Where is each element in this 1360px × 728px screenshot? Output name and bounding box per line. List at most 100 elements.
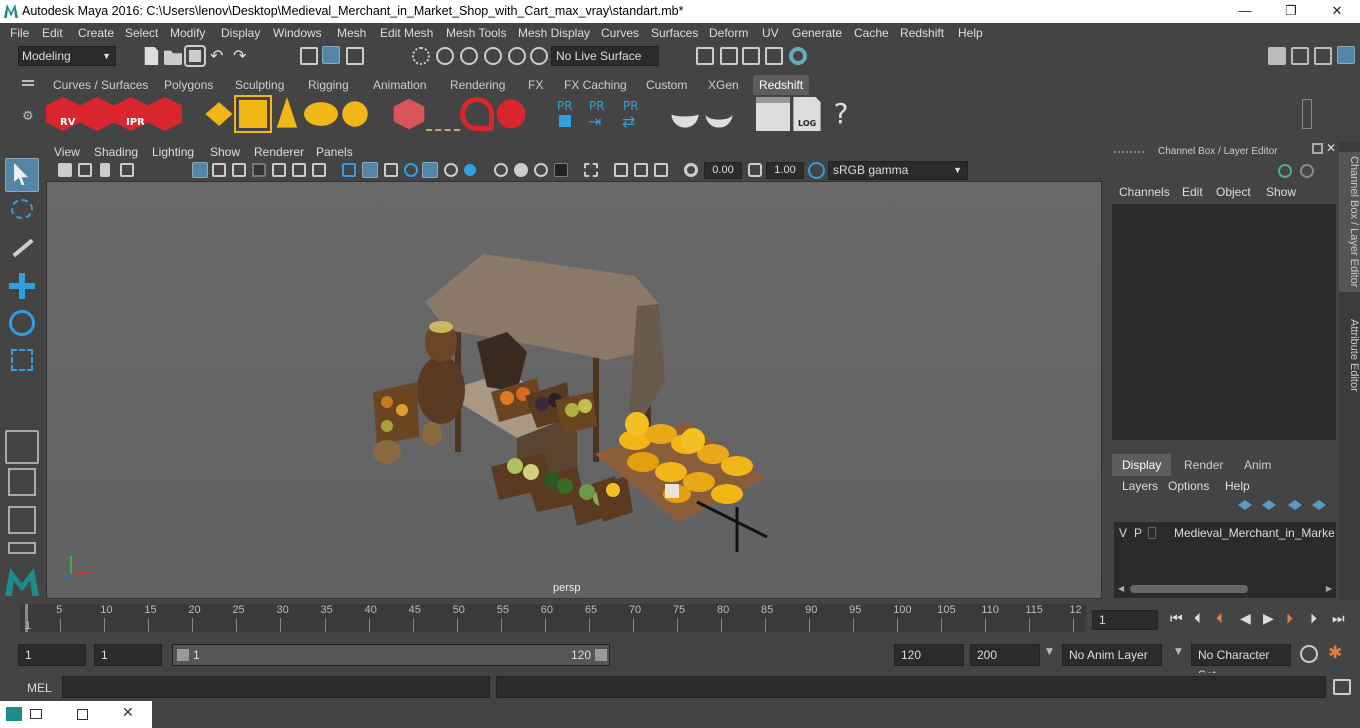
redo-icon[interactable]: ↷	[233, 46, 246, 65]
grid-toggle-icon[interactable]	[192, 162, 208, 178]
layer-color-swatch[interactable]	[1148, 527, 1156, 539]
mode-dropdown[interactable]: Modeling ▼	[18, 46, 116, 66]
isolate-select-icon[interactable]	[584, 163, 598, 177]
playback-start-field[interactable]: 1	[94, 644, 162, 666]
safe-action-icon[interactable]	[292, 163, 306, 177]
image-plane-icon[interactable]	[120, 163, 134, 177]
rs-render-clapper-icon[interactable]	[80, 97, 114, 131]
menu-display[interactable]: Display	[221, 26, 260, 40]
layer-tab-display[interactable]: Display	[1112, 454, 1172, 476]
side-tab-attribute-editor[interactable]: Attribute Editor	[1339, 312, 1360, 398]
menu-help[interactable]: Help	[958, 26, 983, 40]
exposure-icon[interactable]	[684, 163, 698, 177]
vp-menu-lighting[interactable]: Lighting	[152, 145, 194, 159]
bookmark-icon[interactable]	[100, 163, 110, 177]
new-layer-icon[interactable]	[1288, 500, 1302, 510]
rotate-tool-icon[interactable]	[5, 306, 39, 340]
four-pane-layout-icon[interactable]	[8, 468, 36, 496]
anim-layer-dropdown[interactable]: No Anim Layer	[1062, 644, 1162, 666]
snap-grid-icon[interactable]	[412, 47, 430, 65]
shelf-menu-icon[interactable]	[22, 80, 34, 82]
channel-box-toggle-icon[interactable]	[1337, 46, 1355, 64]
motion-blur-icon[interactable]	[614, 163, 628, 177]
tab-curves-surfaces[interactable]: Curves / Surfaces	[47, 75, 154, 95]
layer-name[interactable]: Medieval_Merchant_in_Market_	[1174, 524, 1334, 542]
shelf-settings-icon[interactable]: ⚙	[22, 109, 34, 124]
timeline[interactable]: 5 10 15 20 25 30 35 40 45 50 55 60 65 70 75 80 85 90 95 100…	[20, 604, 1086, 632]
close-panel-icon[interactable]: ✕	[1326, 141, 1336, 155]
menu-select[interactable]: Select	[125, 26, 158, 40]
rs-sphere-icon[interactable]	[496, 99, 526, 129]
scroll-right-icon[interactable]: ▶	[1326, 584, 1332, 593]
single-pane-layout-icon[interactable]	[5, 430, 39, 464]
live-surface-field[interactable]: No Live Surface	[551, 46, 659, 66]
smooth-shade-icon[interactable]	[362, 162, 378, 178]
layer-scrollbar[interactable]: ◀ ▶	[1118, 584, 1332, 594]
rs-ipr-icon[interactable]: IPR	[114, 97, 148, 131]
xray-joints-icon[interactable]	[514, 163, 528, 177]
select-object-icon[interactable]	[322, 46, 340, 64]
paint-select-tool-icon[interactable]	[5, 232, 39, 266]
side-tab-channel-box[interactable]: Channel Box / Layer Editor	[1339, 152, 1360, 292]
scale-tool-icon[interactable]	[5, 343, 39, 377]
next-key-icon[interactable]: ⏵	[1286, 611, 1293, 627]
cb-menu-channels[interactable]: Channels	[1119, 185, 1170, 199]
resolution-gate-icon[interactable]	[232, 163, 246, 177]
perspective-viewport[interactable]: persp	[46, 181, 1102, 599]
camera-icon[interactable]	[58, 163, 72, 177]
ao-icon[interactable]	[554, 163, 568, 177]
camera-attr-icon[interactable]	[78, 163, 92, 177]
rs-pr-swap-icon[interactable]: PR ⇄	[614, 97, 648, 131]
help-icon[interactable]: ?	[824, 97, 858, 131]
open-scene-icon[interactable]	[164, 50, 182, 65]
cb-menu-edit[interactable]: Edit	[1182, 185, 1203, 199]
layout-toggle-icon[interactable]	[1291, 47, 1309, 65]
shadows-icon[interactable]	[464, 164, 476, 176]
undo-icon[interactable]: ↶	[210, 46, 223, 65]
float-panel-icon[interactable]	[1312, 143, 1323, 154]
side-by-side-layout-icon[interactable]	[8, 506, 36, 534]
move-layer-down-icon[interactable]	[1262, 500, 1276, 510]
range-handle-left[interactable]	[177, 649, 189, 661]
menu-generate[interactable]: Generate	[792, 26, 842, 40]
menu-modify[interactable]: Modify	[170, 26, 205, 40]
lights-icon[interactable]	[444, 163, 458, 177]
close-button[interactable]: ✕	[1314, 0, 1360, 23]
vp-menu-show[interactable]: Show	[210, 145, 240, 159]
rs-pr-object-icon[interactable]: PR	[548, 97, 582, 131]
rs-dome-light-icon[interactable]	[304, 102, 338, 126]
cb-pivot-icon[interactable]	[1300, 164, 1314, 178]
snap-curve-icon[interactable]	[436, 47, 454, 65]
render-settings-icon[interactable]	[696, 47, 714, 65]
field-chart-icon[interactable]	[272, 163, 286, 177]
rs-volume-icon[interactable]	[460, 97, 494, 131]
minimize-button[interactable]: —	[1222, 0, 1268, 23]
rs-log-icon[interactable]: LOG	[793, 97, 821, 131]
maximize-button[interactable]: ❐	[1268, 0, 1314, 23]
color-management-icon[interactable]	[808, 162, 825, 179]
multisample-icon[interactable]	[634, 163, 648, 177]
new-layer-selected-icon[interactable]	[1312, 500, 1326, 510]
render-current-icon[interactable]	[720, 47, 738, 65]
move-layer-up-icon[interactable]	[1238, 500, 1252, 510]
menu-deform[interactable]: Deform	[709, 26, 748, 40]
maya-m-icon[interactable]	[5, 568, 39, 596]
gamma-field[interactable]: 1.00	[766, 162, 804, 179]
go-to-end-icon[interactable]: ⏭	[1332, 611, 1345, 627]
select-hierarchy-icon[interactable]	[300, 47, 318, 65]
scroll-thumb[interactable]	[1130, 585, 1248, 593]
layer-menu-help[interactable]: Help	[1225, 479, 1250, 493]
character-set-dropdown[interactable]: No Character Set	[1191, 644, 1291, 682]
menu-mesh-tools[interactable]: Mesh Tools	[446, 26, 506, 40]
range-handle-right[interactable]	[595, 649, 607, 661]
rs-pr-export-icon[interactable]: PR ⇥	[580, 97, 614, 131]
step-forward-key-icon[interactable]: ⏵	[1310, 611, 1317, 627]
anim-layer-chevron-icon[interactable]: ▼	[1046, 647, 1053, 657]
playback-end-field[interactable]: 120	[894, 644, 964, 666]
ipr-render-icon[interactable]	[742, 47, 760, 65]
select-tool-icon[interactable]	[5, 158, 39, 192]
xray-icon[interactable]	[494, 163, 508, 177]
menu-edit-mesh[interactable]: Edit Mesh	[380, 26, 433, 40]
restore-window-icon[interactable]	[30, 709, 42, 719]
tab-rendering[interactable]: Rendering	[444, 75, 511, 95]
